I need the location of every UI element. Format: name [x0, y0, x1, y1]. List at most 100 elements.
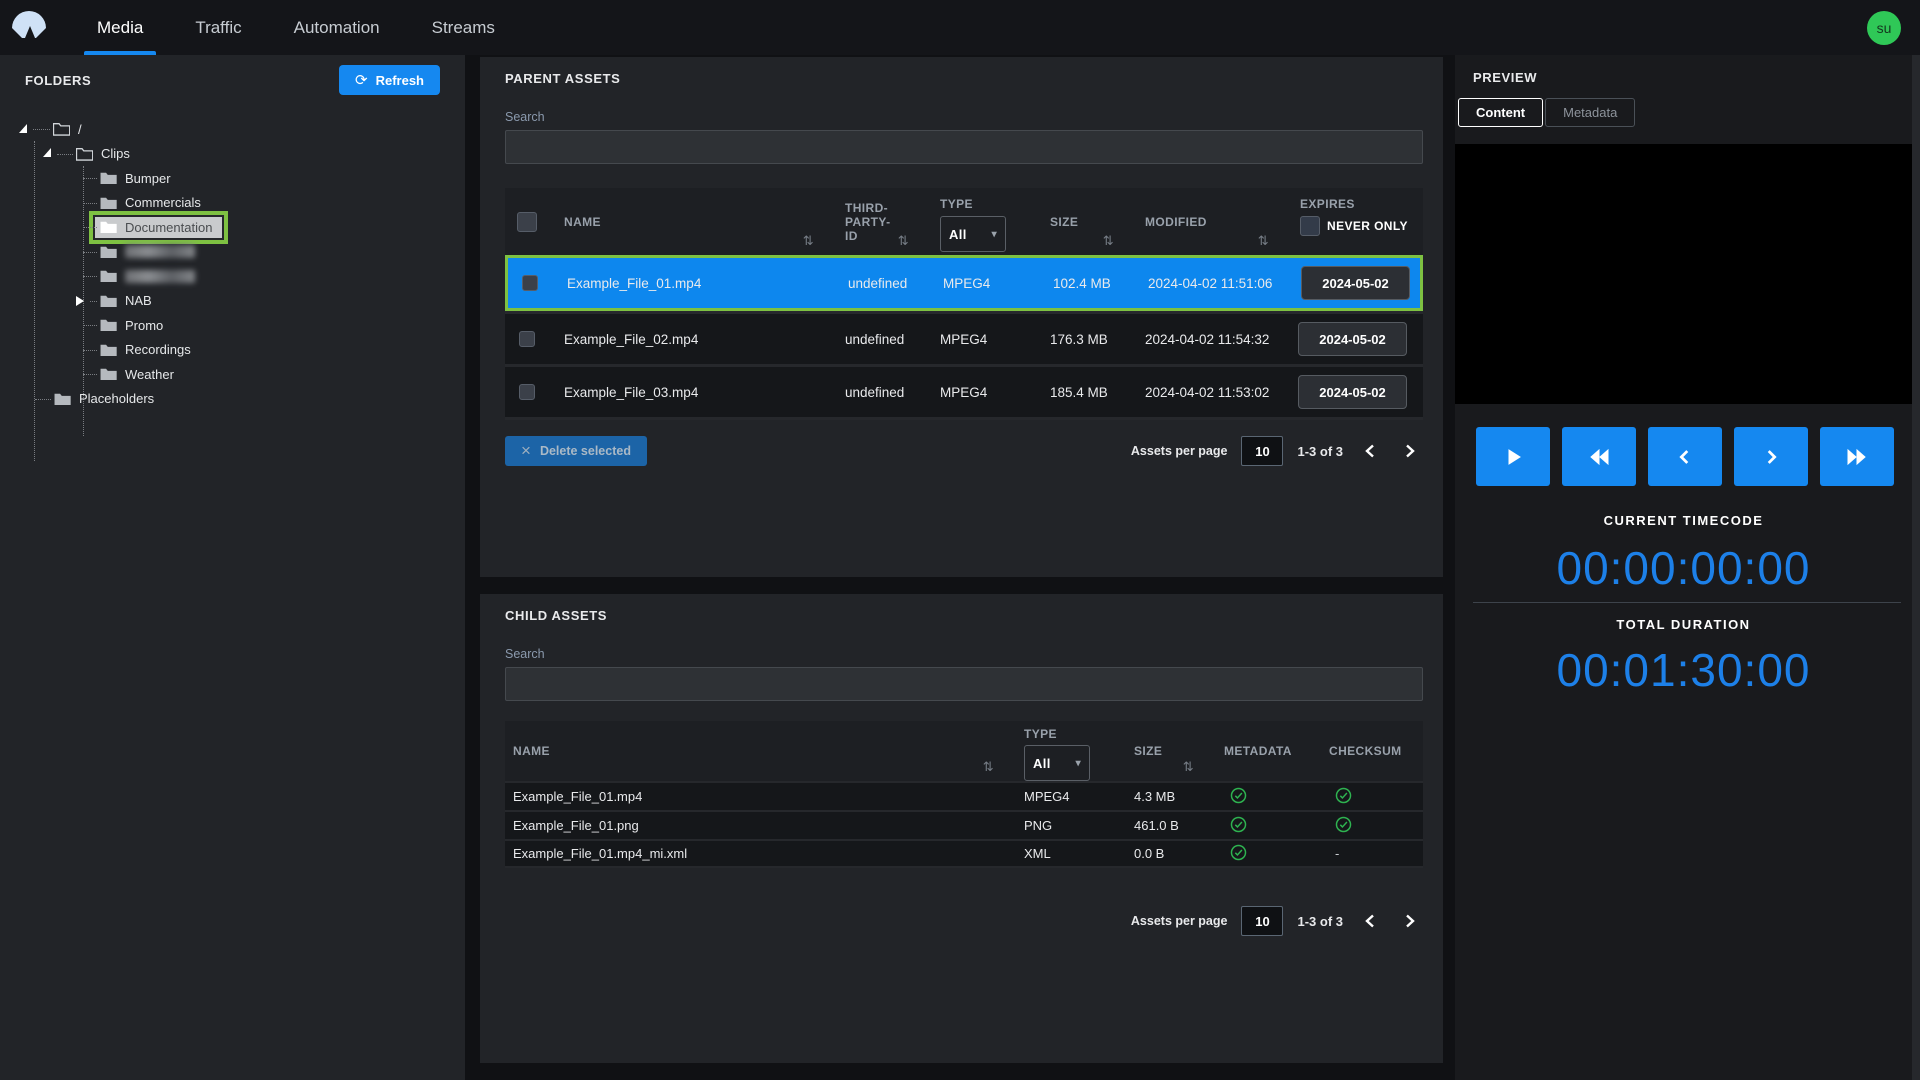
- assets-per-page-input[interactable]: [1241, 436, 1283, 466]
- total-duration-value: 00:01:30:00: [1455, 643, 1912, 697]
- nav-tab-automation-label: Automation: [294, 18, 380, 38]
- step-forward-button[interactable]: [1734, 427, 1808, 486]
- fast-forward-button[interactable]: [1820, 427, 1894, 486]
- tab-content[interactable]: Content: [1458, 98, 1543, 127]
- asset-size: 4.3 MB: [1120, 789, 1210, 804]
- delete-selected-label: Delete selected: [540, 444, 631, 458]
- col-header-type: TYPE All ▾: [1010, 721, 1120, 781]
- user-avatar[interactable]: su: [1867, 11, 1901, 45]
- row-checkbox[interactable]: [522, 275, 538, 291]
- sort-icon[interactable]: ⇅: [983, 759, 994, 775]
- tab-metadata[interactable]: Metadata: [1545, 98, 1635, 127]
- row-checkbox[interactable]: [519, 331, 535, 347]
- asset-type: XML: [1010, 846, 1120, 861]
- parent-asset-row-selected[interactable]: Example_File_01.mp4 undefined MPEG4 102.…: [505, 255, 1423, 311]
- page-next-button[interactable]: [1397, 908, 1423, 934]
- child-table-header: NAME ⇅ TYPE All ▾ SIZE ⇅ METADATA CHECKS…: [505, 721, 1423, 781]
- chevron-down-icon: ▾: [1076, 758, 1081, 769]
- pagination-range: 1-3 of 3: [1297, 444, 1343, 459]
- type-filter-select[interactable]: All ▾: [1024, 745, 1090, 781]
- expires-date-button[interactable]: 2024-05-02: [1298, 375, 1407, 409]
- metadata-ok-icon: [1230, 816, 1247, 833]
- asset-size: 185.4 MB: [1035, 385, 1130, 400]
- nav-tab-media[interactable]: Media: [84, 0, 156, 55]
- col-header-third-party-id[interactable]: THIRD-PARTY-ID ⇅: [830, 188, 925, 255]
- child-search-input[interactable]: [505, 667, 1423, 701]
- asset-name: Example_File_01.mp4: [505, 789, 1010, 804]
- folder-label: Commercials: [125, 195, 201, 210]
- parent-asset-row[interactable]: Example_File_02.mp4 undefined MPEG4 176.…: [505, 311, 1423, 364]
- sort-icon[interactable]: ⇅: [898, 233, 909, 249]
- expires-date-button[interactable]: 2024-05-02: [1301, 266, 1410, 300]
- select-all-checkbox[interactable]: [517, 212, 537, 232]
- refresh-button[interactable]: ⟳ Refresh: [339, 65, 440, 95]
- tree-item-bumper[interactable]: Bumper: [0, 166, 465, 191]
- asset-modified: 2024-04-02 11:51:06: [1133, 276, 1288, 291]
- nav-tab-traffic[interactable]: Traffic: [182, 0, 254, 55]
- metadata-ok-icon: [1230, 844, 1247, 861]
- page-prev-button[interactable]: [1357, 438, 1383, 464]
- child-asset-row[interactable]: Example_File_01.png PNG 461.0 B: [505, 810, 1423, 839]
- parent-search-label: Search: [480, 86, 1443, 124]
- tree-item-clips[interactable]: Clips: [0, 142, 465, 167]
- never-only-checkbox[interactable]: [1300, 216, 1320, 236]
- assets-per-page-input[interactable]: [1241, 906, 1283, 936]
- metadata-ok-icon: [1230, 787, 1247, 804]
- tree-item-root[interactable]: /: [0, 117, 465, 142]
- nav-tab-streams-label: Streams: [432, 18, 495, 38]
- play-button[interactable]: [1476, 427, 1550, 486]
- folder-label: Placeholders: [79, 391, 154, 406]
- expander-open-icon[interactable]: [43, 148, 51, 157]
- nav-tab-streams[interactable]: Streams: [419, 0, 508, 55]
- scrollbar[interactable]: [1912, 55, 1920, 1080]
- close-icon: ×: [521, 441, 531, 461]
- folder-label: Promo: [125, 318, 163, 333]
- tree-item-recordings[interactable]: Recordings: [0, 338, 465, 363]
- col-header-size[interactable]: SIZE ⇅: [1035, 188, 1130, 255]
- folder-tree: / Clips Bumper Commercials Documentation: [0, 117, 465, 411]
- folder-label: Weather: [125, 367, 174, 382]
- col-header-name[interactable]: NAME ⇅: [549, 188, 830, 255]
- parent-search-input[interactable]: [505, 130, 1423, 164]
- asset-size: 176.3 MB: [1035, 332, 1130, 347]
- asset-name: Example_File_03.mp4: [549, 385, 830, 400]
- tree-item-redacted[interactable]: [0, 240, 465, 265]
- tree-item-redacted[interactable]: [0, 264, 465, 289]
- total-duration-label: TOTAL DURATION: [1455, 617, 1912, 632]
- tree-item-commercials[interactable]: Commercials: [0, 191, 465, 216]
- expires-date-button[interactable]: 2024-05-02: [1298, 322, 1407, 356]
- pagination-range: 1-3 of 3: [1297, 914, 1343, 929]
- row-checkbox[interactable]: [519, 384, 535, 400]
- redacted-folder-label: [125, 270, 195, 283]
- col-header-size[interactable]: SIZE ⇅: [1120, 721, 1210, 781]
- folder-label: Recordings: [125, 342, 191, 357]
- sort-icon[interactable]: ⇅: [1103, 233, 1114, 249]
- step-back-button[interactable]: [1648, 427, 1722, 486]
- tree-item-placeholders[interactable]: Placeholders: [0, 387, 465, 412]
- col-header-modified[interactable]: MODIFIED ⇅: [1130, 188, 1285, 255]
- selected-folder-highlight[interactable]: Documentation: [93, 215, 224, 240]
- sort-icon[interactable]: ⇅: [803, 233, 814, 249]
- expander-closed-icon[interactable]: [76, 296, 84, 306]
- asset-type: MPEG4: [928, 276, 1038, 291]
- tree-item-nab[interactable]: NAB: [0, 289, 465, 314]
- tree-item-promo[interactable]: Promo: [0, 313, 465, 338]
- page-prev-button[interactable]: [1357, 908, 1383, 934]
- asset-modified: 2024-04-02 11:53:02: [1130, 385, 1285, 400]
- expander-open-icon[interactable]: [19, 124, 27, 133]
- type-filter-select[interactable]: All ▾: [940, 216, 1006, 252]
- tab-content-label: Content: [1476, 105, 1525, 120]
- page-next-button[interactable]: [1397, 438, 1423, 464]
- tree-item-weather[interactable]: Weather: [0, 362, 465, 387]
- parent-asset-row[interactable]: Example_File_03.mp4 undefined MPEG4 185.…: [505, 364, 1423, 417]
- checksum-ok-icon: [1335, 816, 1352, 833]
- nav-tab-automation[interactable]: Automation: [281, 0, 393, 55]
- tree-item-documentation-selected[interactable]: Documentation: [0, 215, 465, 240]
- child-asset-row[interactable]: Example_File_01.mp4 MPEG4 4.3 MB: [505, 781, 1423, 810]
- col-header-name[interactable]: NAME ⇅: [505, 721, 1010, 781]
- rewind-button[interactable]: [1562, 427, 1636, 486]
- delete-selected-button[interactable]: × Delete selected: [505, 436, 647, 466]
- sort-icon[interactable]: ⇅: [1183, 759, 1194, 775]
- child-asset-row[interactable]: Example_File_01.mp4_mi.xml XML 0.0 B -: [505, 839, 1423, 868]
- sort-icon[interactable]: ⇅: [1258, 233, 1269, 249]
